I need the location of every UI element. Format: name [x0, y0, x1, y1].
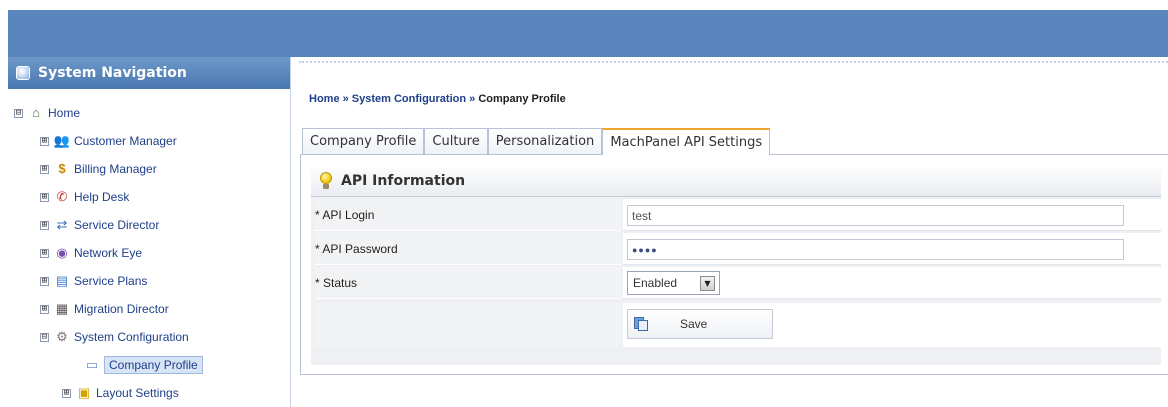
sidebar-item-customer-manager[interactable]: ⊞ 👥 Customer Manager: [40, 131, 177, 151]
migration-director-icon: ▦: [55, 301, 69, 316]
save-button-label: Save: [680, 317, 708, 331]
billing-manager-icon: $: [58, 161, 66, 176]
status-label: * Status: [315, 267, 621, 299]
customer-manager-icon: 👥: [53, 133, 71, 148]
save-button[interactable]: Save: [627, 309, 773, 339]
tab-machpanel-api-settings[interactable]: MachPanel API Settings: [602, 128, 771, 155]
tab-personalization[interactable]: Personalization: [487, 128, 603, 154]
save-row-spacer: [315, 303, 621, 347]
sidebar-item-label[interactable]: Network Eye: [74, 246, 142, 260]
sidebar-item-label[interactable]: Home: [48, 106, 80, 120]
network-eye-icon: ◉: [56, 245, 68, 260]
sidebar-title: System Navigation: [38, 65, 187, 81]
service-director-icon: ⇄: [56, 217, 68, 232]
sidebar-item-network-eye[interactable]: ⊞ ◉ Network Eye: [40, 243, 142, 263]
collapse-icon[interactable]: ⊟: [40, 332, 49, 342]
sidebar-header: System Navigation: [8, 57, 290, 89]
status-select[interactable]: Enabled ▼: [627, 271, 720, 295]
top-banner: [0, 0, 1168, 57]
system-configuration-icon: ⚙: [56, 329, 68, 344]
sidebar-item-label[interactable]: Migration Director: [74, 302, 169, 316]
breadcrumb: Home » System Configuration » Company Pr…: [309, 93, 566, 105]
expand-icon[interactable]: ⊞: [62, 388, 71, 398]
main-content: Home » System Configuration » Company Pr…: [291, 57, 1168, 407]
help-desk-icon: ✆: [56, 189, 68, 204]
collapse-icon[interactable]: ⊟: [14, 108, 23, 118]
breadcrumb-home-link[interactable]: Home: [309, 93, 340, 105]
api-login-label: * API Login: [315, 199, 621, 231]
sidebar-item-label[interactable]: System Configuration: [74, 330, 189, 344]
layout-settings-icon: ▣: [77, 385, 91, 400]
sidebar-item-label[interactable]: Customer Manager: [74, 134, 177, 148]
sidebar-item-migration-director[interactable]: ⊞ ▦ Migration Director: [40, 299, 169, 319]
tab-bar: Company Profile Culture Personalization …: [302, 128, 771, 155]
save-cell: Save: [623, 303, 1161, 347]
sidebar-item-label[interactable]: Service Director: [74, 218, 159, 232]
expand-icon[interactable]: ⊞: [40, 164, 49, 174]
sidebar-item-label[interactable]: Billing Manager: [74, 162, 157, 176]
api-login-field[interactable]: test: [627, 205, 1124, 226]
api-password-field[interactable]: ●●●●: [627, 239, 1124, 260]
navigation-gem-icon: [16, 66, 30, 80]
sidebar-item-help-desk[interactable]: ⊞ ✆ Help Desk: [40, 187, 129, 207]
api-information-section: API Information * API Login test * API P…: [311, 165, 1161, 365]
api-login-cell: test: [623, 199, 1161, 231]
breadcrumb-separator: »: [339, 93, 352, 105]
sidebar-item-label[interactable]: Service Plans: [74, 274, 147, 288]
section-title: API Information: [341, 172, 466, 189]
save-icon: [634, 317, 648, 331]
api-password-row: * API Password ●●●●: [311, 233, 1161, 267]
api-password-cell: ●●●●: [623, 233, 1161, 265]
sidebar-item-service-plans[interactable]: ⊞ ▤ Service Plans: [40, 271, 147, 291]
dropdown-arrow-icon[interactable]: ▼: [700, 275, 715, 291]
tab-culture[interactable]: Culture: [424, 128, 488, 154]
expand-icon[interactable]: ⊞: [40, 192, 49, 202]
sidebar-item-company-profile[interactable]: ▭ Company Profile: [84, 355, 203, 375]
sidebar: System Navigation ⊟ ⌂ Home ⊞ 👥 Customer …: [8, 57, 291, 407]
section-header: API Information: [311, 165, 1161, 197]
sidebar-item-label[interactable]: Company Profile: [104, 356, 203, 374]
lightbulb-icon: [319, 171, 333, 190]
sidebar-item-home[interactable]: ⊟ ⌂ Home: [14, 103, 80, 123]
tab-company-profile[interactable]: Company Profile: [302, 128, 425, 154]
api-password-label: * API Password: [315, 233, 621, 265]
expand-icon[interactable]: ⊞: [40, 136, 49, 146]
expand-icon[interactable]: ⊞: [40, 276, 49, 286]
expand-icon[interactable]: ⊞: [40, 304, 49, 314]
sidebar-item-service-director[interactable]: ⊞ ⇄ Service Director: [40, 215, 159, 235]
breadcrumb-current: Company Profile: [478, 93, 566, 105]
sidebar-item-layout-settings[interactable]: ⊞ ▣ Layout Settings: [62, 383, 179, 403]
company-profile-icon: ▭: [85, 357, 99, 372]
status-selected-value: Enabled: [633, 276, 678, 290]
expand-icon[interactable]: ⊞: [40, 220, 49, 230]
tab-panel: API Information * API Login test * API P…: [300, 154, 1168, 375]
header-bar: [8, 10, 1168, 57]
expand-icon[interactable]: ⊞: [40, 248, 49, 258]
sidebar-item-label[interactable]: Help Desk: [74, 190, 129, 204]
divider: [299, 61, 1168, 64]
home-icon: ⌂: [32, 105, 40, 120]
service-plans-icon: ▤: [55, 273, 69, 288]
sidebar-item-label[interactable]: Layout Settings: [96, 386, 179, 400]
api-login-row: * API Login test: [311, 199, 1161, 233]
sidebar-item-billing-manager[interactable]: ⊞ $ Billing Manager: [40, 159, 157, 179]
status-cell: Enabled ▼: [623, 267, 1161, 299]
breadcrumb-separator: »: [466, 93, 479, 105]
breadcrumb-section-link[interactable]: System Configuration: [352, 93, 466, 105]
save-row: Save: [311, 303, 1161, 347]
status-row: * Status Enabled ▼: [311, 267, 1161, 301]
sidebar-item-system-configuration[interactable]: ⊟ ⚙ System Configuration: [40, 327, 189, 347]
